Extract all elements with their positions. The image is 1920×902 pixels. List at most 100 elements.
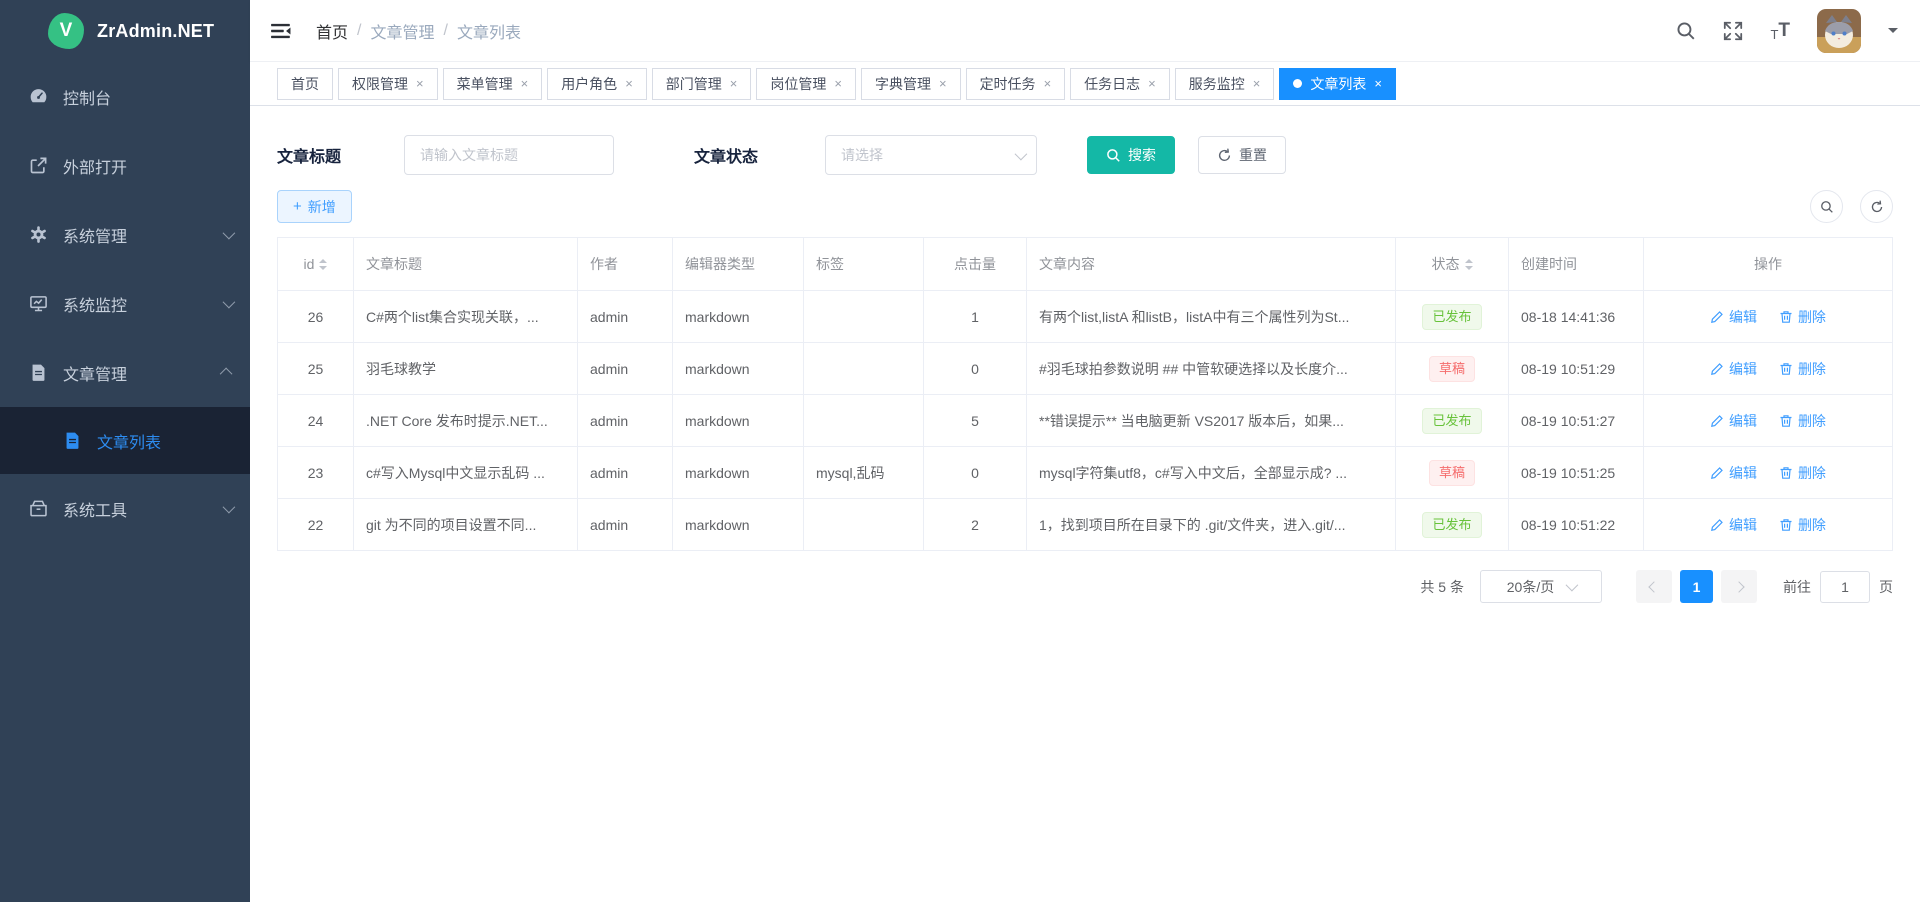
- sort-carets-icon[interactable]: [1465, 259, 1473, 270]
- edit-label: 编辑: [1729, 359, 1757, 379]
- cell-created: 08-18 14:41:36: [1509, 291, 1644, 343]
- delete-link[interactable]: 删除: [1779, 359, 1826, 379]
- search-button[interactable]: 搜索: [1087, 136, 1175, 174]
- sidebar-collapse-icon[interactable]: [270, 22, 292, 40]
- edit-link[interactable]: 编辑: [1710, 307, 1757, 327]
- cell-hits: 2: [924, 499, 1027, 551]
- goto-page-group: 前往 页: [1783, 571, 1893, 603]
- delete-link[interactable]: 删除: [1779, 411, 1826, 431]
- page-size-select[interactable]: 20条/页: [1480, 570, 1602, 603]
- edit-link[interactable]: 编辑: [1710, 463, 1757, 483]
- pagination-total: 共 5 条: [1420, 577, 1464, 597]
- fullscreen-icon[interactable]: [1723, 21, 1743, 41]
- article-status-select[interactable]: 请选择: [825, 135, 1037, 175]
- reset-button[interactable]: 重置: [1198, 136, 1286, 174]
- pencil-icon: [1710, 310, 1724, 324]
- sidebar-submenu-article: 文章列表: [0, 407, 250, 474]
- breadcrumb-separator: /: [357, 22, 361, 40]
- close-icon[interactable]: ×: [1253, 77, 1261, 90]
- plus-icon: +: [293, 199, 302, 214]
- article-title-label: 文章标题: [277, 143, 341, 167]
- breadcrumb-article-list: 文章列表: [457, 19, 521, 43]
- tab-label: 菜单管理: [457, 74, 513, 94]
- close-icon[interactable]: ×: [730, 77, 738, 90]
- tab-scheduled-task[interactable]: 定时任务 ×: [966, 68, 1066, 100]
- tab-post-management[interactable]: 岗位管理 ×: [756, 68, 856, 100]
- cell-editor: markdown: [673, 499, 804, 551]
- add-button[interactable]: + 新增: [277, 190, 352, 223]
- cell-actions: 编辑 删除: [1644, 291, 1893, 343]
- close-icon[interactable]: ×: [416, 77, 424, 90]
- gear-icon: [29, 225, 48, 244]
- delete-link[interactable]: 删除: [1779, 463, 1826, 483]
- refresh-table-button[interactable]: [1860, 190, 1893, 223]
- tab-label: 权限管理: [352, 74, 408, 94]
- goto-page-input[interactable]: [1820, 571, 1870, 603]
- logo-icon: V: [48, 13, 84, 49]
- edit-link[interactable]: 编辑: [1710, 411, 1757, 431]
- cell-editor: markdown: [673, 343, 804, 395]
- cell-status: 草稿: [1396, 447, 1509, 499]
- delete-link[interactable]: 删除: [1779, 515, 1826, 535]
- sidebar-item-label: 系统工具: [63, 497, 223, 521]
- status-badge: 草稿: [1429, 460, 1475, 486]
- cell-tags: [804, 291, 924, 343]
- page-number-button[interactable]: 1: [1680, 570, 1713, 603]
- tab-permission[interactable]: 权限管理 ×: [338, 68, 438, 100]
- search-icon[interactable]: [1676, 21, 1696, 41]
- cell-author: admin: [578, 291, 673, 343]
- sidebar-item-external-open[interactable]: 外部打开: [0, 131, 250, 200]
- column-label: 状态: [1432, 254, 1460, 274]
- table-toolbar: + 新增: [277, 190, 1893, 223]
- caret-down-icon[interactable]: [1888, 28, 1898, 38]
- tab-label: 文章列表: [1310, 74, 1366, 94]
- column-header-title: 文章标题: [354, 238, 578, 291]
- top-bar: 首页 / 文章管理 / 文章列表 TT: [250, 0, 1920, 62]
- filter-form: 文章标题 文章状态 请选择 搜索 重: [277, 123, 1893, 187]
- close-icon[interactable]: ×: [834, 77, 842, 90]
- close-icon[interactable]: ×: [1374, 77, 1382, 90]
- article-title-input[interactable]: [404, 135, 614, 175]
- close-icon[interactable]: ×: [521, 77, 529, 90]
- sidebar-item-article-management[interactable]: 文章管理: [0, 338, 250, 407]
- breadcrumb-article-management[interactable]: 文章管理: [370, 19, 434, 43]
- close-icon[interactable]: ×: [625, 77, 633, 90]
- sidebar-item-article-list[interactable]: 文章列表: [0, 407, 250, 474]
- delete-link[interactable]: 删除: [1779, 307, 1826, 327]
- cell-id: 26: [278, 291, 354, 343]
- cell-title: git 为不同的项目设置不同...: [354, 499, 578, 551]
- tab-article-list[interactable]: 文章列表 ×: [1279, 68, 1396, 100]
- cell-actions: 编辑 删除: [1644, 499, 1893, 551]
- cell-status: 已发布: [1396, 291, 1509, 343]
- column-header-status[interactable]: 状态: [1396, 238, 1509, 291]
- show-search-button[interactable]: [1810, 190, 1843, 223]
- sidebar-item-system-monitor[interactable]: 系统监控: [0, 269, 250, 338]
- edit-link[interactable]: 编辑: [1710, 359, 1757, 379]
- tab-user-role[interactable]: 用户角色 ×: [547, 68, 647, 100]
- close-icon[interactable]: ×: [1148, 77, 1156, 90]
- breadcrumb-home[interactable]: 首页: [316, 19, 348, 43]
- tab-service-monitor[interactable]: 服务监控 ×: [1175, 68, 1275, 100]
- tab-home[interactable]: 首页: [277, 68, 333, 100]
- sidebar-item-system-management[interactable]: 系统管理: [0, 200, 250, 269]
- close-icon[interactable]: ×: [939, 77, 947, 90]
- sort-carets-icon[interactable]: [319, 259, 327, 270]
- cell-actions: 编辑 删除: [1644, 343, 1893, 395]
- prev-page-button[interactable]: [1636, 570, 1672, 603]
- next-page-button[interactable]: [1721, 570, 1757, 603]
- tab-task-log[interactable]: 任务日志 ×: [1070, 68, 1170, 100]
- tab-dictionary[interactable]: 字典管理 ×: [861, 68, 961, 100]
- tab-department[interactable]: 部门管理 ×: [652, 68, 752, 100]
- sidebar-item-console[interactable]: 控制台: [0, 62, 250, 131]
- font-size-icon[interactable]: TT: [1770, 20, 1790, 42]
- edit-link[interactable]: 编辑: [1710, 515, 1757, 535]
- sidebar-item-system-tools[interactable]: 系统工具: [0, 474, 250, 543]
- tab-label: 首页: [291, 74, 319, 94]
- sidebar-item-label: 系统管理: [63, 223, 223, 247]
- column-header-id[interactable]: id: [278, 238, 354, 291]
- page-size-value: 20条/页: [1507, 577, 1554, 597]
- tab-menu-management[interactable]: 菜单管理 ×: [443, 68, 543, 100]
- avatar[interactable]: [1817, 9, 1861, 53]
- close-icon[interactable]: ×: [1044, 77, 1052, 90]
- cell-tags: mysql,乱码: [804, 447, 924, 499]
